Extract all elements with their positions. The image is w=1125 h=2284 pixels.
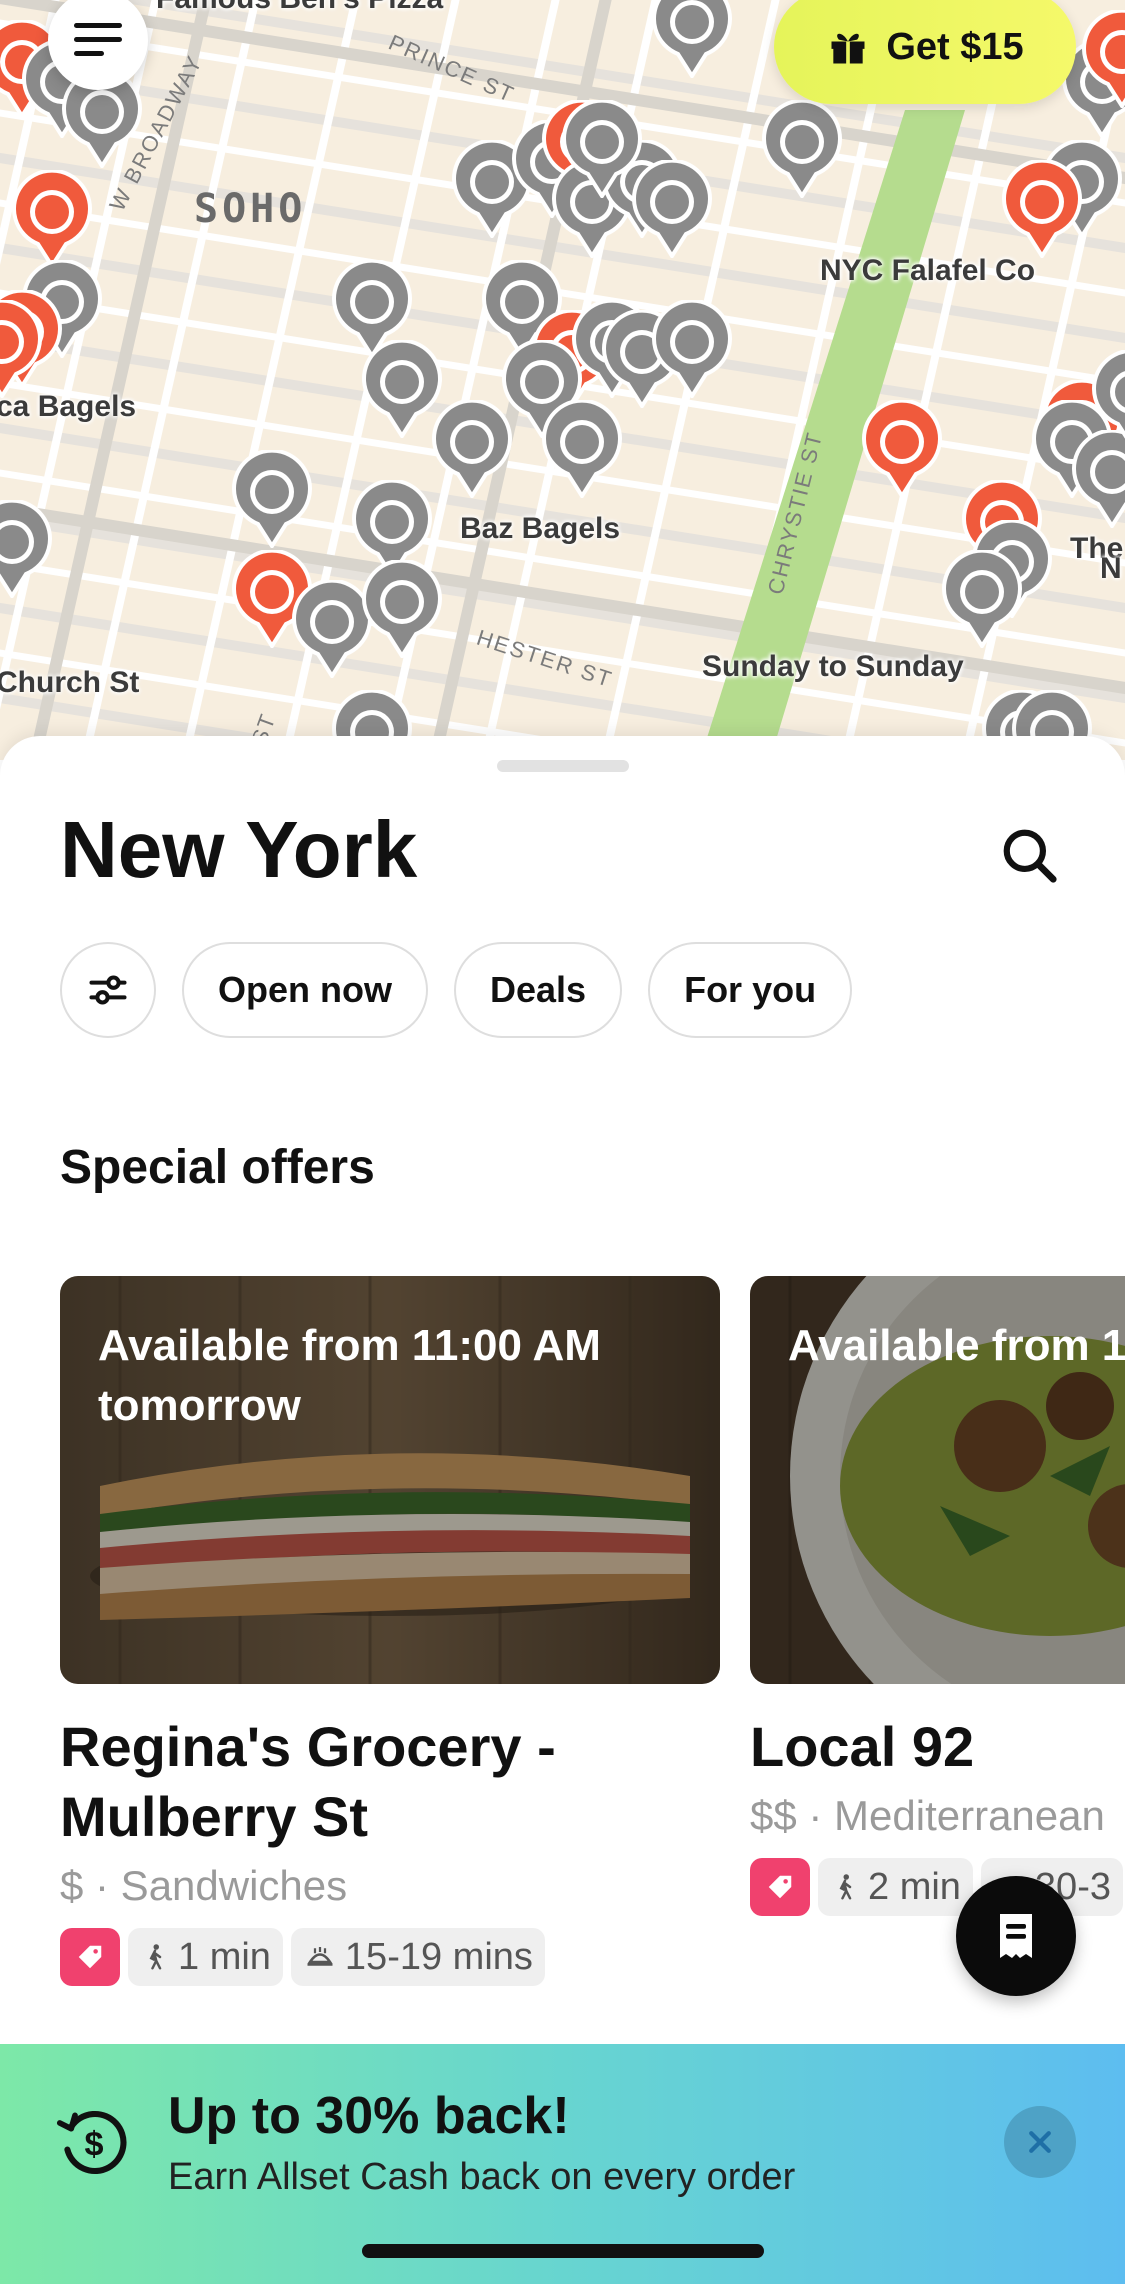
map-pin[interactable] (560, 100, 644, 198)
walking-icon (839, 1874, 852, 1900)
map-view[interactable]: Famous Ben's Pizza NYC Falafel Co ca Bag… (0, 0, 1125, 760)
restaurant-name: Regina's Grocery - Mulberry St (60, 1715, 556, 1848)
tag-icon (78, 1945, 102, 1969)
map-place-label: Church St (0, 666, 140, 699)
deal-badge (750, 1858, 810, 1916)
banner-title: Up to 30% back! (168, 2087, 570, 2145)
filter-chip-deals[interactable]: Deals (454, 942, 623, 1038)
map-pin[interactable] (1090, 350, 1125, 448)
map-pin-active[interactable] (1000, 160, 1084, 258)
cash-back-icon: $ (56, 2110, 127, 2174)
tag-icon (768, 1875, 792, 1899)
walking-icon (149, 1944, 162, 1970)
deal-badge (60, 1928, 120, 1986)
map-district-label: SOHO (194, 186, 307, 232)
map-pin[interactable] (650, 0, 734, 78)
prep-time: 15-19 mins (344, 1935, 533, 1978)
sliders-icon (89, 975, 127, 1005)
walk-time-badge: 2 min (818, 1858, 973, 1916)
map-pin-active[interactable] (0, 300, 44, 398)
map-pin[interactable] (760, 100, 844, 198)
hamburger-icon (74, 23, 122, 56)
banner-subtitle: Earn Allset Cash back on every order (168, 2156, 796, 2198)
map-place-label: NYC Falafel Co (820, 254, 1036, 287)
offer-card[interactable]: Available from 1 tomorrow Local 92 $$ · … (750, 1276, 1125, 1916)
map-pin-active[interactable] (1080, 10, 1125, 108)
sheet-drag-handle[interactable] (497, 760, 629, 772)
map-place-label: Baz Bagels (460, 512, 621, 545)
referral-promo-label: Get $15 (886, 25, 1024, 68)
food-tray-icon (307, 1947, 333, 1966)
badges: 1 min 15-19 mins (60, 1928, 720, 1986)
walk-time: 2 min (868, 1865, 961, 1908)
filter-settings-chip[interactable] (60, 942, 156, 1038)
city-title: New York (60, 805, 418, 894)
prep-time-badge: 15-19 mins (290, 1928, 545, 1986)
gift-icon (831, 33, 865, 64)
map-pin[interactable] (940, 550, 1024, 648)
restaurant-meta: $$ · Mediterranean (750, 1792, 1105, 1839)
walk-time-badge: 1 min (128, 1928, 283, 1986)
offer-card-image: Available from 1 tomorrow (750, 1276, 1125, 1684)
map-pin[interactable] (430, 400, 514, 498)
map-pin[interactable] (540, 400, 624, 498)
filter-chip-open-now[interactable]: Open now (182, 942, 428, 1038)
map-place-label: Sunday to Sunday (702, 650, 964, 683)
map-place-label: N (1100, 552, 1122, 585)
app-root: Famous Ben's Pizza NYC Falafel Co ca Bag… (0, 0, 1125, 2284)
svg-text:$: $ (84, 2125, 103, 2163)
search-icon (1003, 829, 1057, 883)
receipt-icon (1000, 1914, 1032, 1958)
walk-time: 1 min (178, 1935, 271, 1978)
home-indicator (362, 2244, 764, 2258)
referral-promo-button[interactable]: Get $15 (774, 0, 1076, 104)
offer-card-image: Available from 11:00 AM tomorrow (60, 1276, 720, 1684)
orders-button[interactable] (956, 1876, 1076, 1996)
map-pin-active[interactable] (860, 400, 944, 498)
offer-card[interactable]: Available from 11:00 AM tomorrow Regina'… (60, 1276, 720, 1986)
section-title: Special offers (60, 1141, 375, 1194)
availability-text: Available from 1 tomorrow (788, 1321, 1125, 1370)
availability-text: Available from 11:00 AM tomorrow (98, 1321, 601, 1430)
map-place-label: Famous Ben's Pizza (156, 0, 443, 16)
banner-close-button[interactable] (1004, 2106, 1076, 2178)
map-pin[interactable] (650, 300, 734, 398)
map-pin[interactable] (360, 560, 444, 658)
close-icon (1029, 2131, 1051, 2153)
map-pin[interactable] (0, 500, 54, 598)
filter-chip-for-you[interactable]: For you (648, 942, 853, 1038)
map-pin[interactable] (230, 450, 314, 548)
map-pin-active[interactable] (10, 170, 94, 268)
search-button[interactable] (990, 816, 1070, 896)
restaurant-name: Local 92 (750, 1715, 975, 1778)
restaurant-meta: $ · Sandwiches (60, 1862, 348, 1909)
filter-chips: Open now Deals For you (60, 942, 853, 1038)
cashback-banner[interactable]: $ Up to 30% back! Earn Allset Cash back … (0, 2044, 1125, 2284)
